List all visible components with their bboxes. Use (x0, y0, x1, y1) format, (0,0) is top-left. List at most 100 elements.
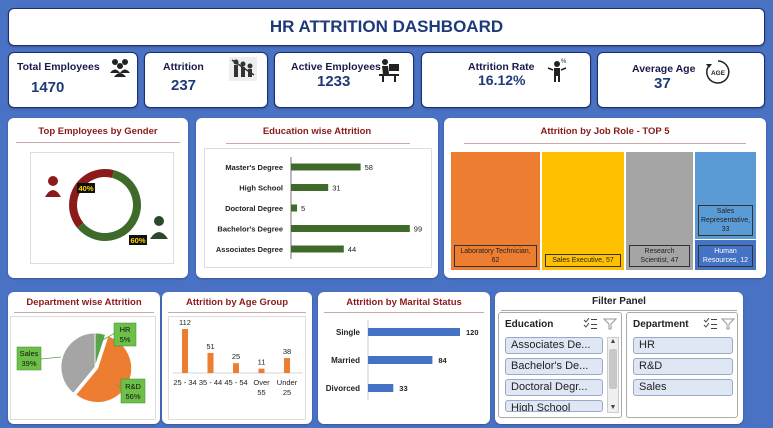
multi-select-icon[interactable] (583, 318, 597, 330)
female-pct-label: 40% (78, 184, 93, 193)
treemap-label: Human Resources, 12 (698, 245, 753, 267)
jobrole-panel: Attrition by Job Role - TOP 5 Laboratory… (444, 118, 766, 278)
bar (182, 329, 188, 373)
divider (324, 312, 484, 313)
category-label: Single (336, 328, 361, 337)
kpi-value: 237 (171, 77, 197, 94)
category-label: Bachelor's Degree (217, 225, 283, 234)
age-icon: AGE (706, 60, 730, 84)
department-item[interactable]: HR (633, 337, 733, 354)
category-label: 55 (257, 388, 265, 397)
kpi-label: Total Employees (17, 61, 100, 73)
gender-donut-chart: 40% 60% (45, 169, 168, 245)
scrollbar-thumb[interactable] (609, 349, 617, 389)
scroll-up-icon[interactable]: ▲ (608, 338, 618, 345)
scrollbar[interactable]: ▲ ▼ (607, 337, 619, 413)
data-label: 25 (232, 352, 240, 361)
clear-filter-icon[interactable] (721, 318, 735, 330)
education-bar-chart: Master's Degree 58 High School 31 Doctoral D… (216, 157, 422, 259)
panel-title: Filter Panel (592, 296, 646, 307)
education-slicer-header: Education (505, 319, 554, 330)
clear-filter-icon[interactable] (603, 318, 617, 330)
bar (368, 384, 394, 392)
education-item[interactable]: Doctoral Degr... (505, 379, 603, 396)
kpi-value: 1233 (317, 73, 351, 90)
divider (16, 142, 180, 143)
data-label: 33 (399, 384, 407, 393)
department-item[interactable]: R&D (633, 358, 733, 375)
treemap-tile: Sales Executive, 57 (542, 152, 624, 270)
panel-title: Attrition by Age Group (185, 297, 289, 308)
education-slicer[interactable]: Education Associates De... Bachelor's De… (498, 312, 622, 418)
gender-panel: Top Employees by Gender 40% 60% (8, 118, 188, 278)
panel-title: Attrition by Job Role - TOP 5 (540, 126, 670, 137)
data-label: 44 (348, 245, 356, 254)
category-label: Associates Degree (216, 245, 283, 254)
agegroup-chart-frame: 112 25 - 34 51 35 - 44 25 45 - 54 11 Over 55 38 Un… (168, 316, 306, 420)
divider (168, 312, 306, 313)
dept-rd-name: R&D (125, 382, 141, 391)
bar (291, 184, 329, 191)
kpi-label: Average Age (632, 63, 696, 75)
divider (14, 312, 154, 313)
bar (291, 245, 344, 253)
multi-select-icon[interactable] (703, 318, 717, 330)
agegroup-bar-chart: 112 25 - 34 51 35 - 44 25 45 - 54 11 Over55 38 Un… (173, 318, 303, 397)
age-icon-text: AGE (711, 70, 726, 77)
scroll-down-icon[interactable]: ▼ (608, 404, 618, 411)
treemap-tile: Laboratory Technician, 62 (451, 152, 540, 270)
data-label: 11 (258, 358, 266, 367)
people-leaving-icon (229, 57, 257, 81)
data-label: 99 (414, 225, 422, 234)
divider (464, 143, 746, 144)
category-label: Master's Degree (225, 163, 283, 172)
kpi-total-employees: Total Employees 1470 (8, 52, 138, 108)
treemap-label: Sales Representative, 33 (698, 205, 753, 236)
male-pct-label: 60% (130, 236, 145, 245)
department-chart-frame: HR 5% Sales 39% R&D 56% (10, 316, 156, 420)
department-pie-chart: HR 5% Sales 39% R&D 56% (16, 322, 146, 404)
percent-person-icon: % (547, 59, 567, 82)
data-label: 58 (365, 163, 373, 172)
donut-slice-female (69, 169, 114, 228)
education-item[interactable]: Bachelor's De... (505, 358, 603, 375)
education-item[interactable]: Associates De... (505, 337, 603, 354)
kpi-value: 16.12% (478, 72, 526, 88)
education-item[interactable]: High School (505, 400, 603, 412)
treemap-label: Laboratory Technician, 62 (454, 245, 537, 267)
data-label: 38 (283, 347, 291, 356)
department-slicer-header: Department (633, 319, 689, 330)
kpi-active-employees: Active Employees 1233 (274, 52, 414, 108)
education-panel: Education wise Attrition Master's Degree… (196, 118, 438, 278)
bar (291, 204, 297, 212)
data-label: 51 (206, 342, 214, 351)
department-item[interactable]: Sales (633, 379, 733, 396)
bar (368, 328, 460, 336)
bar (258, 368, 265, 373)
data-label: 120 (466, 328, 479, 337)
dept-hr-pct: 5% (120, 335, 131, 344)
dept-sales-pct: 39% (21, 359, 36, 368)
kpi-value: 1470 (31, 79, 65, 96)
dashboard-title-card: HR ATTRITION DASHBOARD (8, 8, 765, 46)
bar (291, 163, 361, 171)
divider (226, 143, 410, 144)
dashboard-title: HR ATTRITION DASHBOARD (269, 17, 504, 36)
bar (233, 363, 239, 373)
education-chart-frame: Master's Degree 58 High School 31 Doctoral D… (204, 148, 432, 268)
treemap-label: Research Scientist, 47 (629, 245, 690, 267)
treemap-tile: Research Scientist, 47 (626, 152, 693, 270)
agegroup-panel: Attrition by Age Group 112 25 - 34 51 35 - … (162, 292, 312, 424)
jobrole-treemap: Laboratory Technician, 62 Sales Executive… (451, 152, 757, 270)
category-label: 25 (283, 388, 291, 397)
kpi-average-age: Average Age 37 AGE (597, 52, 765, 108)
treemap-tile: Human Resources, 12 (695, 240, 756, 270)
female-icon (45, 176, 61, 197)
category-label: Under (277, 378, 298, 387)
marital-chart-frame: Single 120 Married 84 Divorced 33 (322, 316, 486, 420)
department-slicer[interactable]: Department HR R&D Sales (626, 312, 738, 418)
svg-text:%: % (561, 59, 567, 65)
kpi-attrition-rate: Attrition Rate 16.12% % (421, 52, 591, 108)
department-panel: Department wise Attrition HR 5% Sales 39… (8, 292, 160, 424)
category-label: Married (331, 356, 360, 365)
